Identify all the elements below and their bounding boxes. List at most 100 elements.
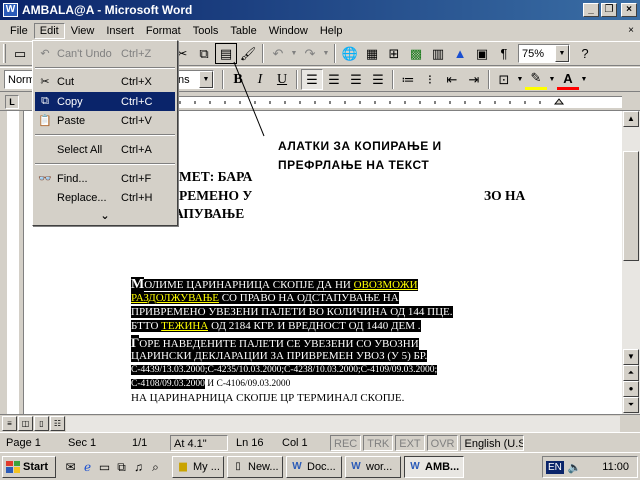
language-indicator[interactable]: EN <box>546 460 564 474</box>
menu-item-find[interactable]: 👓 Find... Ctrl+F <box>35 169 175 188</box>
volume-icon[interactable]: 🔈 <box>568 461 582 474</box>
outline-view-icon[interactable]: ☷ <box>50 416 65 431</box>
undo-dropdown-icon[interactable]: ▼ <box>289 43 299 64</box>
next-page-icon[interactable]: ⏷ <box>623 397 639 413</box>
drawing-icon[interactable]: ▲ <box>449 43 471 64</box>
zoom-combo[interactable]: 75% ▼ <box>518 44 570 63</box>
task-ambala[interactable]: W AMB... <box>404 455 464 478</box>
borders-icon[interactable]: ⊡ <box>493 69 515 90</box>
menu-insert[interactable]: Insert <box>100 23 140 39</box>
document-close-button[interactable]: × <box>628 25 634 36</box>
menu-item-paste[interactable]: 📋 Paste Ctrl+V <box>35 111 175 130</box>
status-trk[interactable]: TRK <box>363 434 394 451</box>
print-layout-icon[interactable]: ▯ <box>34 416 49 431</box>
previous-page-icon[interactable]: ⏶ <box>623 365 639 381</box>
menu-file[interactable]: File <box>4 23 34 39</box>
menu-format[interactable]: Format <box>140 23 187 39</box>
status-ext[interactable]: EXT <box>395 434 425 451</box>
media-icon[interactable]: ♫ <box>130 457 147 477</box>
paste-toolbar-icon[interactable]: ▤ <box>215 43 237 64</box>
underline-button[interactable]: U <box>271 69 293 90</box>
menu-help[interactable]: Help <box>314 23 349 39</box>
status-language[interactable]: English (U.S <box>460 434 525 451</box>
insert-table-icon[interactable]: ⊞ <box>383 43 405 64</box>
columns-icon[interactable]: ▥ <box>427 43 449 64</box>
highlighted-word: ТЕЖИНА <box>161 320 209 332</box>
normal-view-icon[interactable]: ≡ <box>2 416 17 431</box>
text-run: И С-4106/09.03.2000 <box>204 379 291 389</box>
clock[interactable]: 11:00 <box>602 461 629 473</box>
scroll-down-icon[interactable]: ▼ <box>623 349 639 365</box>
word-icon[interactable]: W <box>3 3 18 17</box>
help-icon[interactable]: ? <box>574 43 596 64</box>
task-my-computer[interactable]: ▆ My ... <box>172 455 224 478</box>
menu-edit[interactable]: Edit <box>33 22 65 39</box>
internet-explorer-icon[interactable]: ℯ <box>79 457 96 477</box>
undo-toolbar-icon[interactable]: ↶ <box>267 43 289 64</box>
horizontal-scrollbar[interactable]: ≡ ◫ ▯ ☷ <box>0 414 640 432</box>
highlight-dropdown-icon[interactable]: ▼ <box>547 69 557 90</box>
status-rec[interactable]: REC <box>330 434 362 451</box>
font-combo[interactable]: ns ▼ <box>174 70 214 89</box>
restore-button[interactable]: ❐ <box>601 3 617 17</box>
close-button[interactable]: × <box>621 3 637 17</box>
status-ovr[interactable]: OVR <box>426 434 459 451</box>
toolbar-grip[interactable] <box>3 44 6 63</box>
font-color-icon[interactable]: A <box>557 69 579 90</box>
chevron-down-icon[interactable]: ▼ <box>555 45 569 62</box>
horizontal-scroll-track[interactable] <box>66 416 620 432</box>
minimize-button[interactable]: _ <box>583 3 599 17</box>
scroll-thumb[interactable] <box>623 151 639 261</box>
numbering-icon[interactable]: ≔ <box>397 69 419 90</box>
tables-borders-icon[interactable]: ▦ <box>361 43 383 64</box>
bold-button[interactable]: B <box>227 69 249 90</box>
outlook-icon[interactable]: ✉ <box>62 457 79 477</box>
task-doc[interactable]: W Doc... <box>286 455 342 478</box>
align-left-icon[interactable]: ☰ <box>301 69 323 90</box>
menu-tools[interactable]: Tools <box>187 23 225 39</box>
menu-item-undo[interactable]: ↶ Can't Undo Ctrl+Z <box>35 44 175 63</box>
vertical-ruler[interactable] <box>0 111 24 414</box>
new-document-icon[interactable]: ▭ <box>9 43 31 64</box>
highlight-icon[interactable]: ✎ <box>525 69 547 90</box>
menu-item-replace[interactable]: Replace... Ctrl+H <box>35 188 175 207</box>
redo-toolbar-icon[interactable]: ↷ <box>299 43 321 64</box>
increase-indent-icon[interactable]: ⇥ <box>463 69 485 90</box>
network-icon[interactable]: ⧉ <box>113 457 130 477</box>
redo-dropdown-icon[interactable]: ▼ <box>321 43 331 64</box>
font-color-dropdown-icon[interactable]: ▼ <box>579 69 589 90</box>
hyperlink-icon[interactable]: 🌐 <box>339 43 361 64</box>
align-center-icon[interactable]: ☰ <box>323 69 345 90</box>
justify-icon[interactable]: ☰ <box>367 69 389 90</box>
bullets-icon[interactable]: ⁝ <box>419 69 441 90</box>
document-map-icon[interactable]: ▣ <box>471 43 493 64</box>
start-button[interactable]: Start <box>2 455 56 478</box>
menu-item-copy[interactable]: ⧉ Copy Ctrl+C <box>35 92 175 111</box>
scroll-up-icon[interactable]: ▲ <box>623 111 639 127</box>
vertical-ruler-track[interactable] <box>7 111 19 414</box>
search-icon[interactable]: ⌕ <box>147 457 164 477</box>
menu-window[interactable]: Window <box>263 23 314 39</box>
copy-toolbar-icon[interactable]: ⧉ <box>193 43 215 64</box>
menu-view[interactable]: View <box>65 23 101 39</box>
format-painter-icon[interactable]: 🖌 <box>237 43 259 64</box>
menu-table[interactable]: Table <box>224 23 262 39</box>
menu-item-select-all[interactable]: Select All Ctrl+A <box>35 140 175 159</box>
menu-item-cut[interactable]: ✂ Cut Ctrl+X <box>35 72 175 91</box>
borders-dropdown-icon[interactable]: ▼ <box>515 69 525 90</box>
vertical-scrollbar[interactable]: ▲ ▼ ⏶ ● ⏷ <box>622 111 640 414</box>
tab-selector-icon[interactable]: L <box>5 95 19 109</box>
align-right-icon[interactable]: ☰ <box>345 69 367 90</box>
style-combo[interactable]: Norm <box>4 70 35 89</box>
select-browse-object-icon[interactable]: ● <box>623 381 639 397</box>
desktop-icon[interactable]: ▭ <box>96 457 113 477</box>
task-wor[interactable]: W wor... <box>345 455 401 478</box>
show-hide-icon[interactable]: ¶ <box>493 43 515 64</box>
italic-button[interactable]: I <box>249 69 271 90</box>
decrease-indent-icon[interactable]: ⇤ <box>441 69 463 90</box>
insert-excel-icon[interactable]: ▩ <box>405 43 427 64</box>
expand-menu-chevron-icon[interactable]: ⌄ <box>33 209 177 222</box>
task-new[interactable]: ▯ New... <box>227 455 283 478</box>
chevron-down-icon[interactable]: ▼ <box>199 71 213 88</box>
web-layout-icon[interactable]: ◫ <box>18 416 33 431</box>
